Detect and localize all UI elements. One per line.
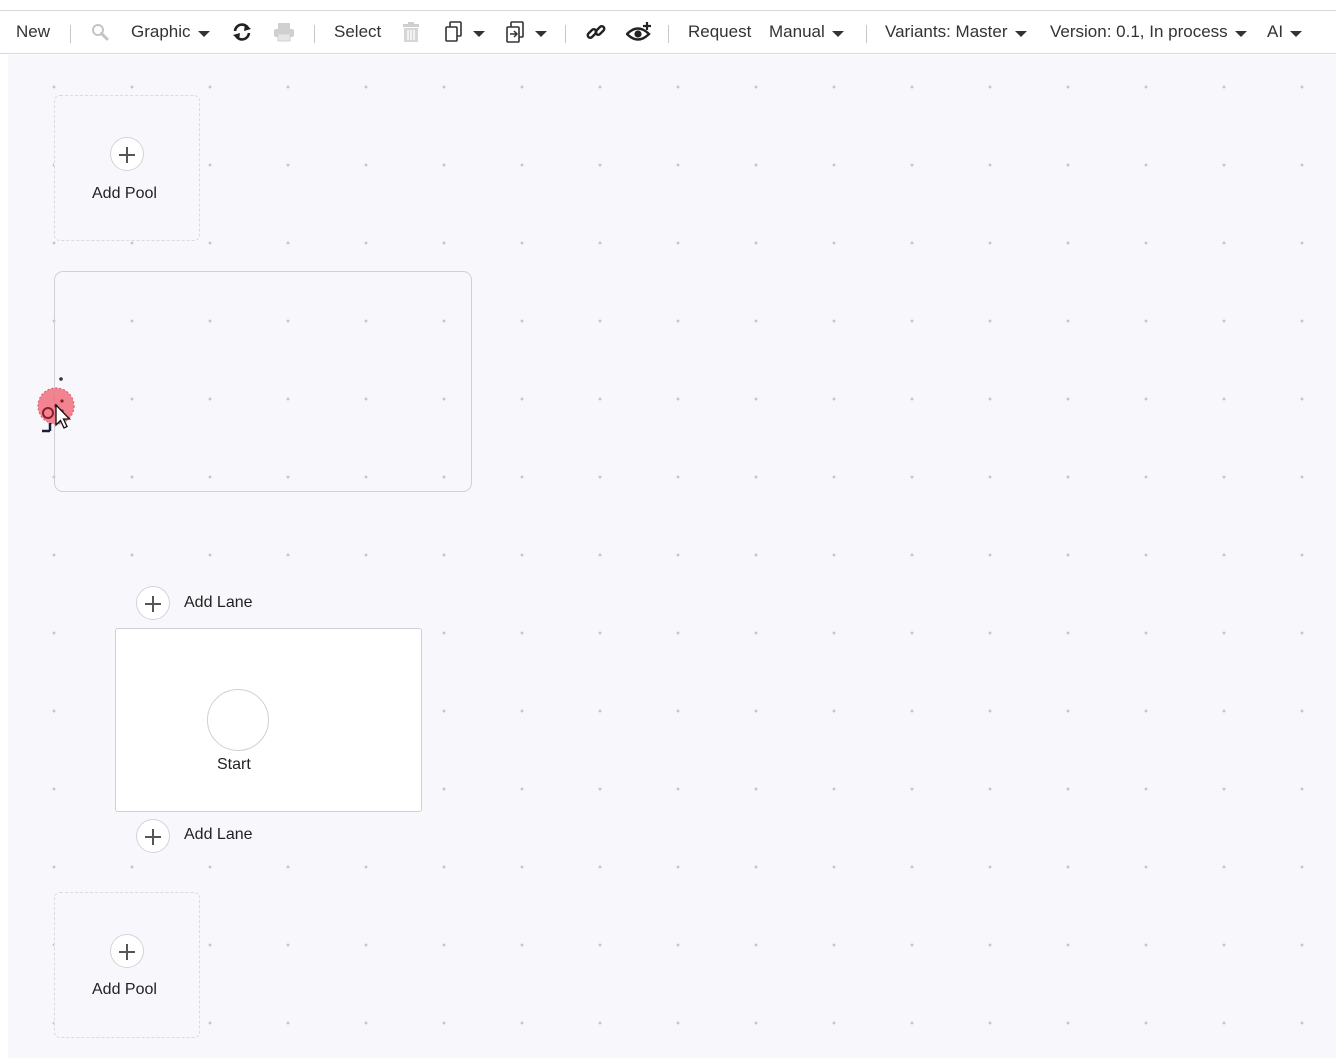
- request-button[interactable]: Request: [688, 11, 751, 53]
- add-lane-label: Add Lane: [184, 826, 253, 843]
- eye-plus-icon[interactable]: [626, 11, 652, 53]
- plus-icon: [110, 934, 144, 968]
- add-lane-bottom-button[interactable]: [136, 819, 170, 853]
- toolbar-separator: [70, 25, 71, 43]
- select-button[interactable]: Select: [334, 11, 381, 53]
- refresh-icon[interactable]: [231, 11, 253, 53]
- add-pool-label: Add Pool: [92, 185, 157, 202]
- toolbar-separator: [314, 25, 315, 43]
- start-label: Start: [217, 756, 251, 773]
- add-pool-bottom[interactable]: Add Pool: [54, 892, 200, 1038]
- chevron-down-icon: [831, 30, 844, 37]
- link-icon[interactable]: [585, 11, 607, 53]
- search-icon[interactable]: [91, 11, 109, 53]
- paste-icon[interactable]: [506, 11, 547, 53]
- add-pool-top[interactable]: Add Pool: [54, 95, 200, 241]
- chevron-down-icon: [1014, 30, 1027, 37]
- start-event[interactable]: [207, 689, 269, 751]
- lane[interactable]: Start: [115, 628, 422, 812]
- chevron-down-icon: [197, 30, 210, 37]
- plus-icon: [110, 137, 144, 171]
- add-lane-label: Add Lane: [184, 594, 253, 611]
- add-pool-label: Add Pool: [92, 981, 157, 998]
- ai-dropdown[interactable]: AI: [1267, 11, 1303, 53]
- chevron-down-icon: [1290, 30, 1303, 37]
- graphic-dropdown[interactable]: Graphic: [131, 11, 210, 53]
- manual-dropdown[interactable]: Manual: [769, 11, 844, 53]
- add-lane-top-button[interactable]: [136, 586, 170, 620]
- copy-icon[interactable]: [444, 11, 485, 53]
- diagram-canvas[interactable]: Add Pool Add Lane Start Add Lane Add Poo…: [8, 55, 1336, 1058]
- chevron-down-icon: [1234, 30, 1247, 37]
- trash-icon[interactable]: [402, 11, 420, 53]
- new-button[interactable]: New: [16, 11, 50, 53]
- toolbar-separator: [565, 25, 566, 43]
- toolbar-separator: [866, 25, 867, 43]
- variants-dropdown[interactable]: Variants: Master: [885, 11, 1027, 53]
- chevron-down-icon: [535, 30, 547, 37]
- toolbar: New Graphic Select Request Manual Varian…: [0, 10, 1336, 54]
- toolbar-separator: [668, 25, 669, 43]
- chevron-down-icon: [473, 30, 485, 37]
- cursor-marker-icon: [37, 377, 75, 433]
- pool[interactable]: [54, 271, 472, 492]
- version-dropdown[interactable]: Version: 0.1, In process: [1050, 11, 1247, 53]
- print-icon[interactable]: [273, 11, 295, 53]
